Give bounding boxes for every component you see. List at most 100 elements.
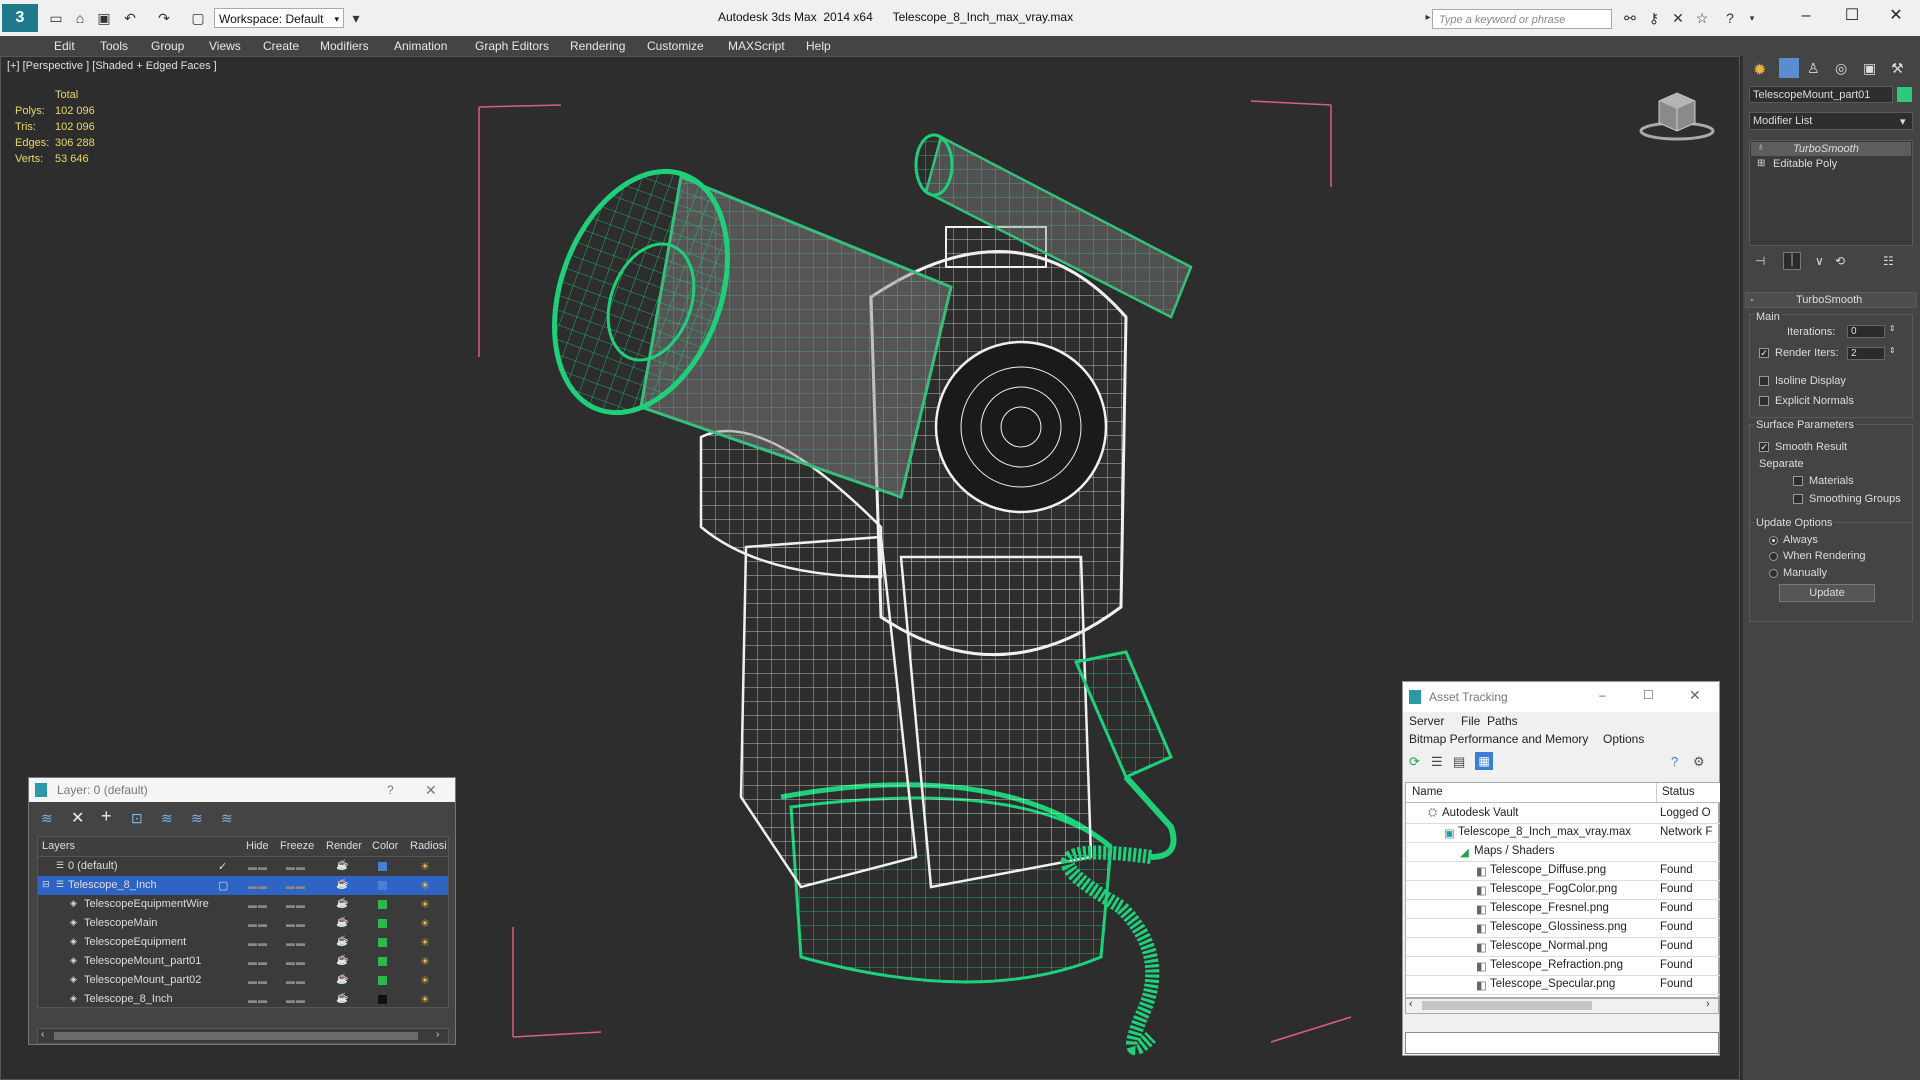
table-view-icon[interactable]: ▦ bbox=[1475, 752, 1493, 770]
asset-row[interactable]: ▣ Telescope_8_Inch_max_vray.max Network … bbox=[1406, 823, 1720, 843]
teapot-icon[interactable]: ☕ bbox=[336, 879, 348, 890]
redo-icon[interactable]: ↷ bbox=[154, 8, 174, 28]
layer-row[interactable]: ◈ TelescopeMount_part01 ▬▬ ▬▬ ☕ ☀ bbox=[38, 952, 448, 971]
hide-all-icon[interactable]: ≋ bbox=[191, 810, 203, 827]
teapot-icon[interactable]: ☕ bbox=[336, 898, 348, 909]
explicit-normals-checkbox[interactable] bbox=[1759, 396, 1769, 406]
pin-stack-icon[interactable]: ⊣ bbox=[1755, 254, 1765, 268]
asset-row[interactable]: ◧ Telescope_Specular.png Found bbox=[1406, 975, 1720, 995]
layer-color-swatch[interactable] bbox=[378, 881, 387, 890]
scroll-right-icon[interactable]: › bbox=[1706, 998, 1710, 1010]
menu-animation[interactable]: Animation bbox=[394, 39, 447, 53]
close-icon[interactable]: ✕ bbox=[1876, 4, 1916, 28]
create-layer-icon[interactable]: ≋ bbox=[41, 810, 53, 827]
expand-plus-icon[interactable]: ⊞ bbox=[1757, 158, 1765, 169]
set-current-layer-icon[interactable]: ▢ bbox=[218, 879, 228, 892]
teapot-icon[interactable]: ☕ bbox=[336, 936, 348, 947]
scroll-right-icon[interactable]: › bbox=[436, 1029, 439, 1040]
delete-layer-icon[interactable]: ✕ bbox=[71, 808, 84, 828]
app-logo-icon[interactable]: 3 bbox=[2, 4, 38, 32]
new-file-icon[interactable]: ▭ bbox=[46, 8, 66, 28]
menu-maxscript[interactable]: MAXScript bbox=[728, 39, 785, 53]
layer-color-swatch[interactable] bbox=[378, 919, 387, 928]
undo-icon[interactable]: ↶ bbox=[120, 8, 140, 28]
modifier-list-dropdown[interactable]: Modifier List ▾ bbox=[1749, 112, 1913, 130]
scroll-left-icon[interactable]: ‹ bbox=[41, 1029, 44, 1040]
horizontal-scrollbar[interactable]: ‹ › bbox=[37, 1028, 449, 1044]
isoline-display-checkbox[interactable] bbox=[1759, 376, 1769, 386]
scroll-left-icon[interactable]: ‹ bbox=[1409, 998, 1413, 1010]
asset-row[interactable]: ⛭ Autodesk Vault Logged O bbox=[1406, 804, 1720, 824]
menu-modifiers[interactable]: Modifiers bbox=[320, 39, 369, 53]
layer-color-swatch[interactable] bbox=[378, 862, 387, 871]
layer-row[interactable]: ◈ Telescope_8_Inch ▬▬ ▬▬ ☕ ☀ bbox=[38, 990, 448, 1009]
menu-server[interactable]: Server bbox=[1409, 714, 1444, 728]
layer-row[interactable]: ◈ TelescopeEquipment ▬▬ ▬▬ ☕ ☀ bbox=[38, 933, 448, 952]
horizontal-scrollbar[interactable]: ‹ › bbox=[1405, 998, 1719, 1014]
when-rendering-radio[interactable] bbox=[1769, 552, 1778, 561]
asset-row[interactable]: ◢ Maps / Shaders bbox=[1406, 842, 1720, 862]
display-tab-icon[interactable]: ▣ bbox=[1863, 60, 1876, 77]
menu-file[interactable]: File bbox=[1461, 714, 1480, 728]
utilities-tab-icon[interactable]: ⚒ bbox=[1891, 60, 1904, 77]
teapot-icon[interactable]: ☕ bbox=[336, 993, 348, 1004]
add-to-layer-icon[interactable]: + bbox=[101, 806, 112, 827]
project-folder-icon[interactable]: ▢ bbox=[188, 8, 208, 28]
workspace-dropdown[interactable]: Workspace: Default ▾ bbox=[214, 8, 344, 28]
active-layer-check-icon[interactable]: ✓ bbox=[218, 860, 227, 873]
modify-tab-icon[interactable] bbox=[1779, 58, 1799, 78]
teapot-icon[interactable]: ☕ bbox=[336, 917, 348, 928]
radiosity-icon[interactable]: ☀ bbox=[420, 860, 430, 873]
settings-icon[interactable]: ⚙ bbox=[1693, 754, 1705, 770]
maximize-icon[interactable]: ☐ bbox=[1832, 4, 1872, 28]
save-icon[interactable]: ▣ bbox=[94, 8, 114, 28]
key-icon[interactable]: ⚷ bbox=[1644, 8, 1664, 28]
menu-rendering[interactable]: Rendering bbox=[570, 39, 625, 53]
asset-row[interactable]: ◧ Telescope_Fresnel.png Found bbox=[1406, 899, 1720, 919]
manually-radio[interactable] bbox=[1769, 569, 1778, 578]
minimize-icon[interactable]: – bbox=[1786, 4, 1826, 28]
menu-customize[interactable]: Customize bbox=[647, 39, 704, 53]
make-unique-icon[interactable]: ∨ bbox=[1815, 254, 1824, 268]
teapot-icon[interactable]: ☕ bbox=[336, 860, 348, 871]
workspace-menu-icon[interactable]: ▾ bbox=[346, 8, 366, 28]
hierarchy-tab-icon[interactable]: ♙ bbox=[1807, 60, 1820, 77]
update-button[interactable]: Update bbox=[1779, 584, 1875, 602]
asset-panel-titlebar[interactable]: Asset Tracking – ☐ ✕ bbox=[1403, 682, 1719, 712]
asset-row[interactable]: ◧ Telescope_FogColor.png Found bbox=[1406, 880, 1720, 900]
layer-color-swatch[interactable] bbox=[378, 900, 387, 909]
radiosity-icon[interactable]: ☀ bbox=[420, 955, 430, 968]
binoculars-icon[interactable]: ⚯ bbox=[1620, 8, 1640, 28]
radiosity-icon[interactable]: ☀ bbox=[420, 993, 430, 1006]
select-objects-icon[interactable]: ⊡ bbox=[131, 810, 143, 827]
menu-create[interactable]: Create bbox=[263, 39, 299, 53]
scrollbar-thumb[interactable] bbox=[54, 1032, 418, 1040]
maximize-icon[interactable]: ☐ bbox=[1643, 688, 1654, 702]
lightbulb-icon[interactable]: ♁ bbox=[1757, 142, 1765, 153]
layer-row[interactable]: ◈ TelescopeMount_part02 ▬▬ ▬▬ ☕ ☀ bbox=[38, 971, 448, 990]
motion-tab-icon[interactable]: ◎ bbox=[1835, 60, 1847, 77]
create-tab-icon[interactable]: ✹ bbox=[1753, 60, 1766, 80]
help-icon[interactable]: ? bbox=[1671, 754, 1678, 769]
turbosmooth-rollout-header[interactable]: - TurboSmooth bbox=[1745, 292, 1917, 308]
radiosity-icon[interactable]: ☀ bbox=[420, 898, 430, 911]
stack-item-editable-poly[interactable]: ⊞ Editable Poly bbox=[1751, 157, 1911, 171]
menu-paths[interactable]: Paths bbox=[1487, 714, 1518, 728]
scrollbar-thumb[interactable] bbox=[1422, 1001, 1592, 1010]
asset-path-field[interactable] bbox=[1405, 1032, 1719, 1054]
highlight-layer-icon[interactable]: ≋ bbox=[161, 810, 173, 827]
always-radio[interactable] bbox=[1769, 536, 1778, 545]
favorites-star-icon[interactable]: ☆ bbox=[1692, 8, 1712, 28]
layer-color-swatch[interactable] bbox=[378, 938, 387, 947]
menu-edit[interactable]: Edit bbox=[54, 39, 75, 53]
layer-panel-titlebar[interactable]: Layer: 0 (default) ? ✕ bbox=[29, 778, 455, 802]
radiosity-icon[interactable]: ☀ bbox=[420, 879, 430, 892]
iterations-spinner[interactable]: 0 bbox=[1847, 325, 1885, 338]
smoothing-groups-checkbox[interactable] bbox=[1793, 494, 1803, 504]
close-icon[interactable]: ✕ bbox=[425, 778, 437, 802]
menu-help[interactable]: Help bbox=[806, 39, 831, 53]
teapot-icon[interactable]: ☕ bbox=[336, 955, 348, 966]
minimize-icon[interactable]: – bbox=[1599, 688, 1606, 702]
object-color-swatch[interactable] bbox=[1897, 87, 1912, 102]
remove-modifier-icon[interactable]: ⟲ bbox=[1835, 254, 1845, 268]
